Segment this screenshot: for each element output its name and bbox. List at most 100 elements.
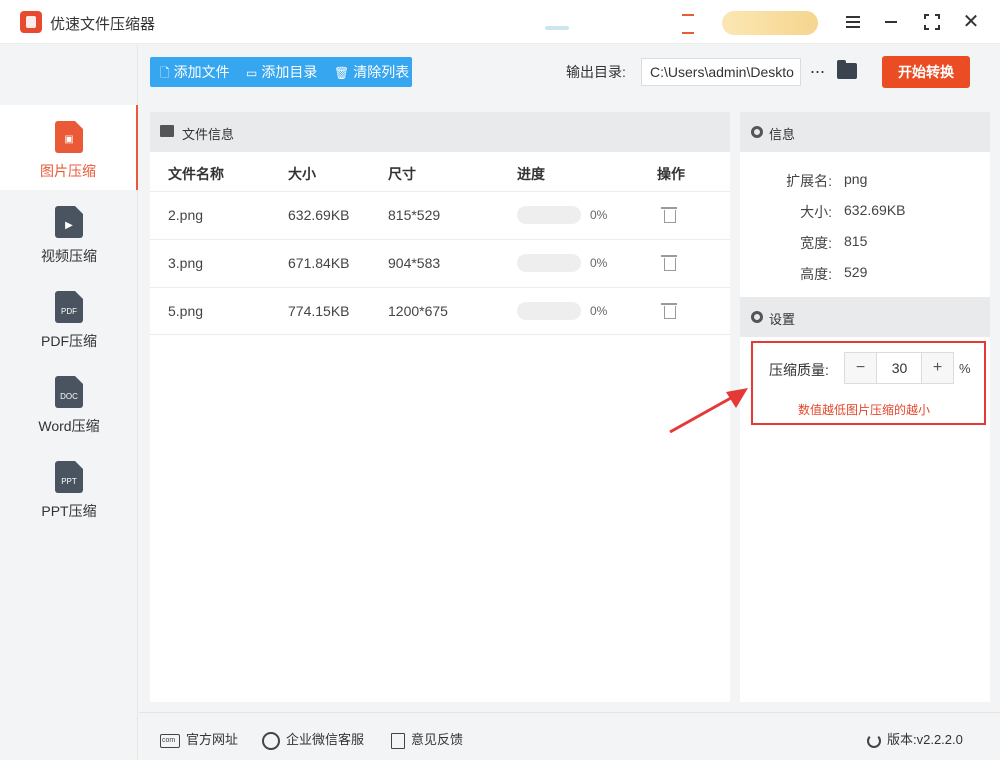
clear-list-label: 清除列表 (353, 64, 410, 80)
info-key: 高度: (800, 266, 832, 282)
clear-list-button[interactable]: 🗑 清除列表 (334, 57, 409, 87)
progress-bar (517, 206, 581, 224)
file-dimensions: 815*529 (388, 207, 441, 223)
trash-icon: 🗑 (334, 66, 350, 80)
info-value: 815 (844, 233, 868, 249)
website-label: 官方网址 (186, 732, 239, 747)
sidebar-item-video[interactable]: ▶ 视频压缩 (0, 190, 138, 275)
image-file-icon: ▣ (55, 121, 83, 153)
file-panel-title: 文件信息 (182, 127, 235, 142)
video-file-icon: ▶ (55, 206, 83, 238)
website-link[interactable]: com 官方网址 (160, 729, 238, 748)
add-file-label: 添加文件 (173, 64, 230, 80)
ppt-file-icon: PPT (55, 461, 83, 493)
file-dimensions: 1200*675 (388, 303, 448, 319)
website-icon: com (160, 733, 180, 748)
file-size: 671.84KB (288, 255, 350, 271)
file-icon: 🗋 (160, 66, 170, 80)
start-convert-button[interactable]: 开始转换 (882, 56, 970, 88)
progress-bar (517, 302, 581, 320)
info-key: 扩展名: (786, 173, 832, 189)
decoration-bar (545, 26, 569, 30)
feedback-link[interactable]: 意见反馈 (391, 729, 463, 749)
pdf-file-icon: PDF (55, 291, 83, 323)
file-size: 632.69KB (288, 207, 350, 223)
version-label: 版本:v2.2.2.0 (887, 732, 963, 747)
file-badge: PDF (61, 307, 77, 316)
sidebar-item-word[interactable]: DOC Word压缩 (0, 360, 138, 445)
close-icon[interactable]: ✕ (959, 10, 983, 34)
file-size: 774.15KB (288, 303, 350, 319)
feedback-icon (391, 732, 405, 749)
info-value: 529 (844, 264, 868, 280)
table-row[interactable]: 5.png 774.15KB 1200*675 0% (150, 287, 730, 335)
refresh-icon (867, 733, 881, 748)
settings-panel-header: 设置 (740, 297, 990, 337)
account-badge[interactable] (722, 11, 818, 35)
file-badge: PPT (61, 477, 77, 486)
sidebar-item-label: 图片压缩 (40, 163, 96, 179)
gear-icon (751, 311, 763, 323)
version-info[interactable]: 版本:v2.2.2.0 (867, 729, 963, 748)
info-value: png (844, 171, 868, 187)
add-file-button[interactable]: 🗋 添加文件 (160, 57, 230, 87)
column-header-name: 文件名称 (168, 166, 224, 182)
sidebar-item-label: 视频压缩 (41, 248, 97, 264)
maximize-icon[interactable] (920, 10, 944, 34)
file-badge: DOC (60, 392, 78, 401)
title-bar: 优速文件压缩器 ✕ (0, 0, 1000, 44)
info-key: 大小: (800, 204, 832, 220)
table-row[interactable]: 2.png 632.69KB 815*529 0% (150, 191, 730, 239)
file-panel-header: 文件信息 (150, 112, 730, 152)
file-toolbar: 🗋 添加文件 ▭ 添加目录 🗑 清除列表 (150, 57, 412, 87)
file-name: 5.png (168, 303, 204, 319)
sidebar-item-image[interactable]: ▣ 图片压缩 (0, 105, 138, 190)
gear-icon (751, 126, 763, 138)
sidebar-item-label: PDF压缩 (41, 333, 97, 349)
column-header-size: 大小 (288, 166, 316, 182)
column-header-dimensions: 尺寸 (388, 166, 416, 182)
file-dimensions: 904*583 (388, 255, 441, 271)
info-panel-title: 信息 (769, 127, 796, 142)
column-header-progress: 进度 (517, 166, 545, 182)
delete-icon[interactable] (661, 206, 677, 223)
word-file-icon: DOC (55, 376, 83, 408)
sidebar-item-pdf[interactable]: PDF PDF压缩 (0, 275, 138, 360)
sidebar: ▣ 图片压缩 ▶ 视频压缩 PDF PDF压缩 DOC Word压缩 PPT P… (0, 45, 138, 760)
column-header-actions: 操作 (657, 166, 685, 182)
info-key: 宽度: (800, 235, 832, 251)
file-name: 2.png (168, 207, 204, 223)
file-list-panel: 文件信息 文件名称 大小 尺寸 进度 操作 2.png 632.69KB 815… (150, 112, 730, 702)
minimize-icon[interactable] (879, 10, 903, 34)
sidebar-item-label: Word压缩 (38, 418, 100, 434)
delete-icon[interactable] (661, 302, 677, 319)
delete-icon[interactable] (661, 254, 677, 271)
progress-percent: 0% (590, 304, 608, 318)
annotation-arrow-icon (669, 388, 748, 434)
folder-outline-icon: ▭ (246, 66, 258, 80)
wechat-icon (262, 731, 280, 750)
table-row[interactable]: 3.png 671.84KB 904*583 0% (150, 239, 730, 287)
output-directory-label: 输出目录: (566, 64, 626, 80)
add-directory-button[interactable]: ▭ 添加目录 (246, 57, 317, 87)
progress-percent: 0% (590, 208, 608, 222)
feedback-label: 意见反馈 (411, 732, 464, 747)
settings-panel-title: 设置 (769, 312, 796, 327)
footer: com 官方网址 企业微信客服 意见反馈 版本:v2.2.2.0 (139, 712, 1000, 760)
wechat-support-link[interactable]: 企业微信客服 (262, 729, 364, 750)
add-directory-label: 添加目录 (261, 64, 318, 80)
highlight-box (751, 341, 986, 425)
image-icon (160, 125, 174, 137)
menu-icon[interactable] (841, 10, 865, 34)
file-name: 3.png (168, 255, 204, 271)
progress-percent: 0% (590, 256, 608, 270)
wechat-label: 企业微信客服 (286, 732, 365, 747)
progress-bar (517, 254, 581, 272)
decoration-mark (682, 14, 694, 34)
more-options-button[interactable]: ··· (807, 58, 827, 86)
file-badge: ▶ (65, 220, 73, 231)
folder-icon[interactable] (837, 60, 857, 79)
info-panel-header: 信息 (740, 112, 990, 152)
output-directory-input[interactable]: C:\Users\admin\Deskto (641, 58, 801, 86)
sidebar-item-ppt[interactable]: PPT PPT压缩 (0, 445, 138, 530)
